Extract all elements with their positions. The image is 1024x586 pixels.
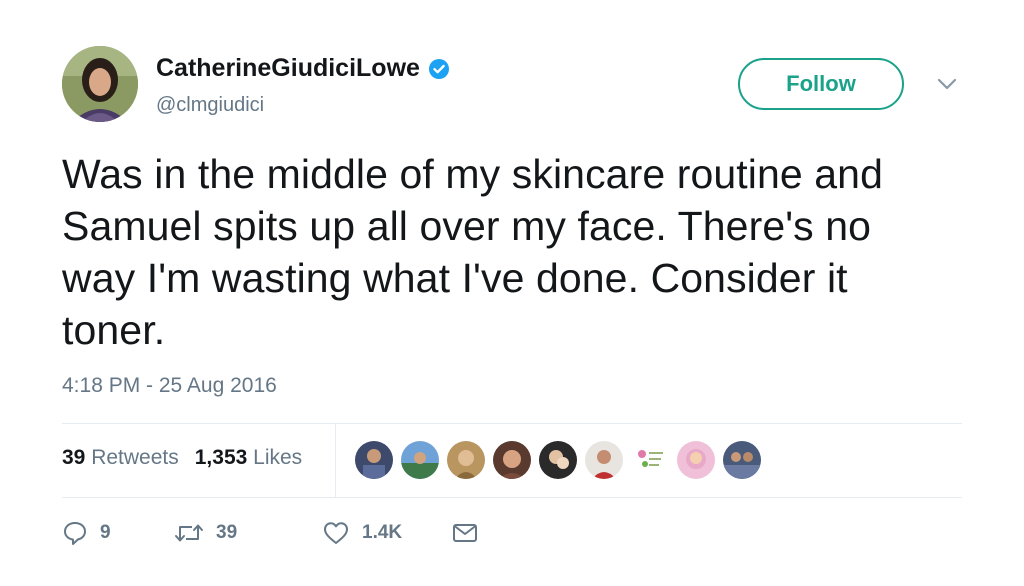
reply-button[interactable]: 9 xyxy=(62,520,174,546)
likes-count: 1,353 xyxy=(194,446,248,469)
retweets-label: Retweets xyxy=(91,446,179,469)
retweet-count: 39 xyxy=(216,522,238,543)
display-name-row[interactable]: CatherineGiudiciLowe xyxy=(156,54,450,83)
verified-badge-icon xyxy=(428,58,450,80)
tweet-line: Was in the middle of my skincare routine… xyxy=(62,151,883,197)
liker-avatar[interactable] xyxy=(493,441,531,479)
stats-separator xyxy=(335,424,336,498)
tweet-timestamp[interactable]: 4:18 PM - 25 Aug 2016 xyxy=(62,374,277,398)
divider xyxy=(62,497,962,498)
liker-avatar[interactable] xyxy=(677,441,715,479)
tweet-line: way I'm wasting what I've done. Consider… xyxy=(62,255,848,301)
retweets-stat[interactable]: 39 Retweets xyxy=(62,446,179,470)
liker-avatar[interactable] xyxy=(723,441,761,479)
message-button[interactable] xyxy=(452,522,478,544)
reply-count: 9 xyxy=(100,522,111,543)
tweet-actions: 9 39 1.4K xyxy=(62,520,478,546)
retweets-count: 39 xyxy=(62,446,86,469)
liker-avatars xyxy=(355,441,761,479)
message-icon xyxy=(452,522,478,544)
avatar[interactable] xyxy=(62,46,138,122)
retweet-button[interactable]: 39 xyxy=(174,521,322,545)
tweet-line: Samuel spits up all over my face. There'… xyxy=(62,203,872,249)
tweet-line: toner. xyxy=(62,307,166,353)
chevron-down-icon[interactable] xyxy=(936,76,958,92)
user-handle[interactable]: @clmgiudici xyxy=(156,94,264,117)
liker-avatar[interactable] xyxy=(447,441,485,479)
divider xyxy=(62,423,962,424)
like-count: 1.4K xyxy=(362,522,403,543)
likes-stat[interactable]: 1,353 Likes xyxy=(195,446,302,470)
liker-avatar[interactable] xyxy=(355,441,393,479)
likes-label: Likes xyxy=(253,446,303,469)
follow-button[interactable]: Follow xyxy=(738,58,904,110)
retweet-icon xyxy=(174,521,204,545)
display-name[interactable]: CatherineGiudiciLowe xyxy=(156,54,420,83)
liker-avatar[interactable] xyxy=(585,441,623,479)
liker-avatar[interactable] xyxy=(539,441,577,479)
engagement-stats: 39 Retweets 1,353 Likes xyxy=(62,446,302,470)
tweet-text: Was in the middle of my skincare routine… xyxy=(62,148,982,356)
heart-icon xyxy=(322,520,350,546)
reply-icon xyxy=(62,520,88,546)
like-button[interactable]: 1.4K xyxy=(322,520,452,546)
liker-avatar[interactable] xyxy=(401,441,439,479)
liker-avatar[interactable] xyxy=(631,441,669,479)
